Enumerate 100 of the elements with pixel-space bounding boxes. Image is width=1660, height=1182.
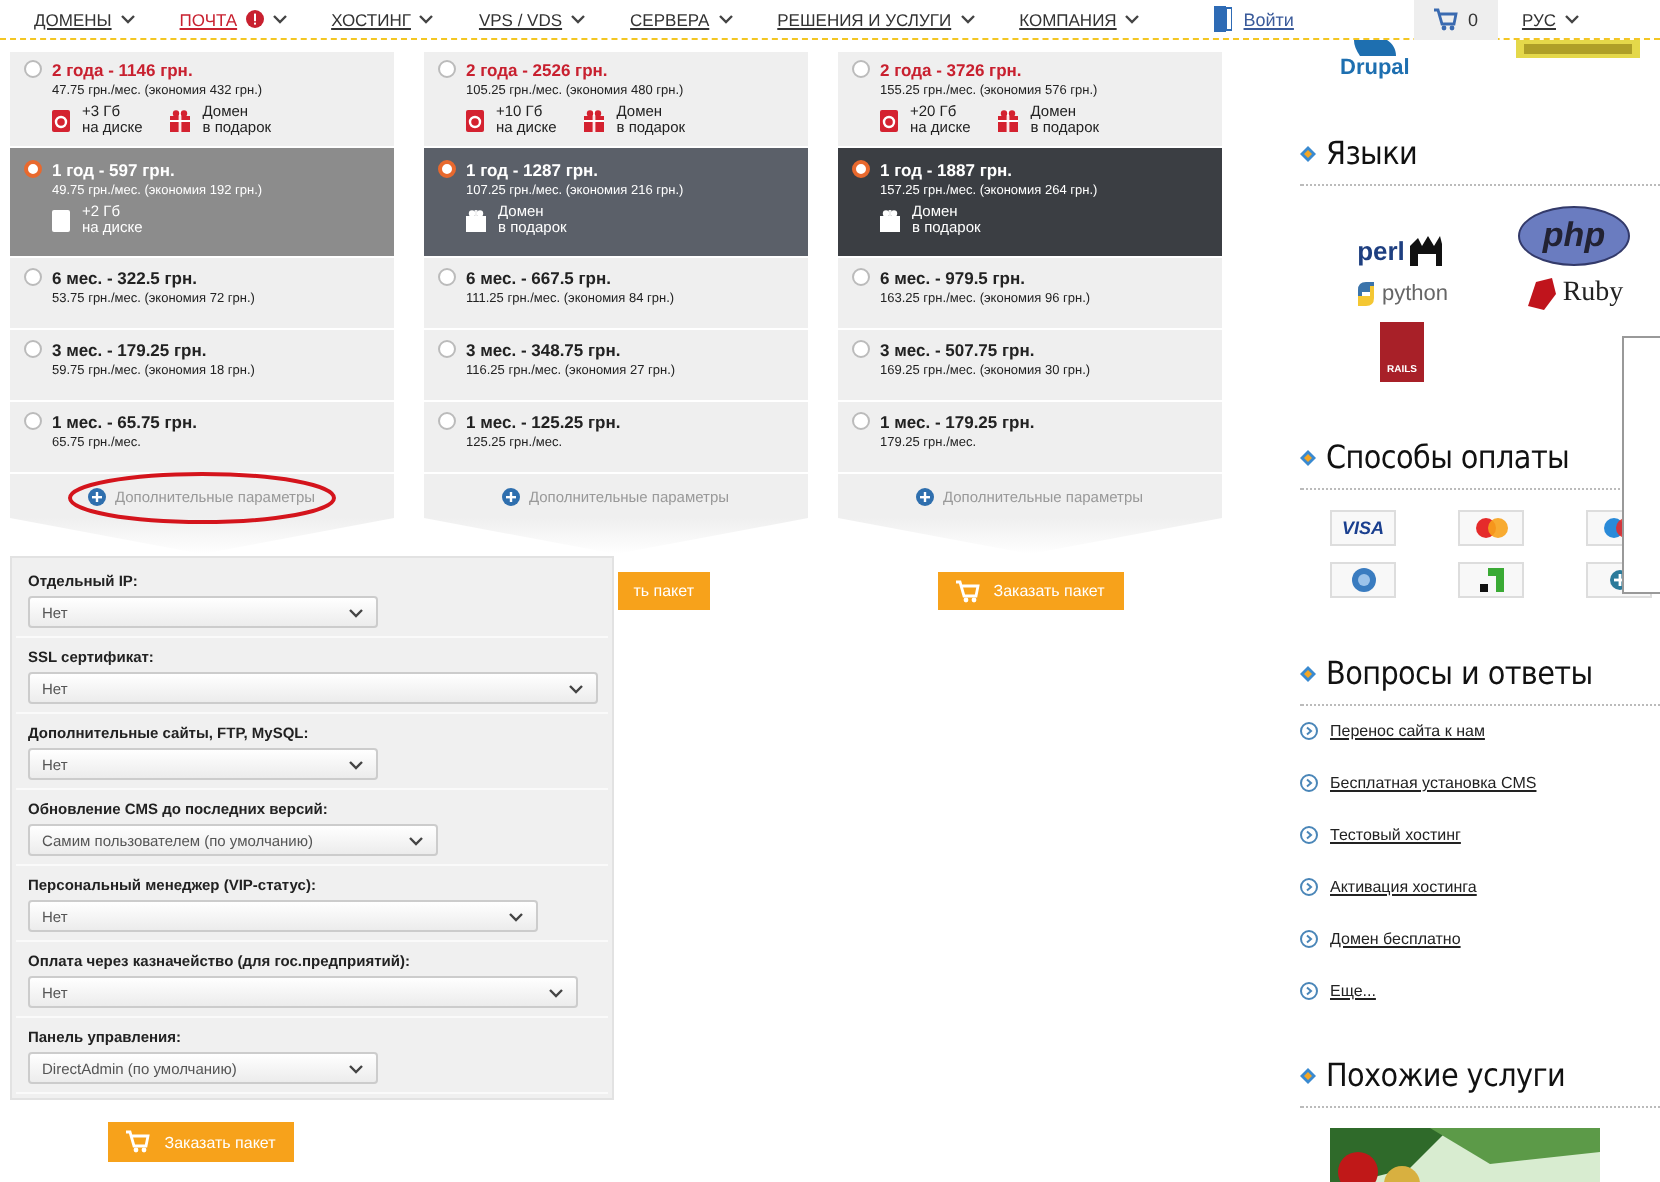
section-heading: Способы оплаты [1326, 438, 1570, 476]
radio-button[interactable] [24, 268, 42, 286]
caret-icon [418, 12, 435, 26]
square-logo-icon[interactable] [1479, 568, 1503, 592]
plan-period-price: 2 года - 2526 грн. [466, 60, 610, 80]
gem-icon [1524, 278, 1557, 310]
plan-period-price: 1 мес. - 179.25 грн. [880, 412, 1035, 432]
disk-icon [880, 109, 898, 131]
nav-menu-item[interactable]: ПОЧТА [179, 9, 288, 29]
caret-icon [271, 12, 288, 26]
login-link[interactable]: Войти [1243, 9, 1294, 29]
globe-icon[interactable] [1351, 568, 1375, 592]
bullet-icon [1300, 665, 1316, 681]
radio-button[interactable] [24, 412, 42, 430]
plus-icon [916, 487, 935, 505]
caret-icon [717, 12, 734, 26]
gift-icon [170, 109, 191, 131]
chevron-icon [1300, 826, 1318, 844]
plan-period-price: 6 мес. - 667.5 грн. [466, 268, 613, 288]
section-heading: Языки [1326, 134, 1418, 172]
radio-button[interactable] [438, 340, 456, 358]
gift-icon [466, 209, 486, 231]
gift-icon [880, 209, 900, 231]
radio-button[interactable] [852, 60, 870, 78]
gift-icon [584, 109, 605, 131]
nav-menu-item[interactable]: СЕРВЕРА [630, 9, 734, 29]
section-heading: Вопросы и ответы [1326, 654, 1593, 692]
faq-link[interactable]: Домен бесплатно [1330, 930, 1461, 948]
faq-link[interactable]: Бесплатная установка CMS [1330, 774, 1537, 792]
caret-icon [570, 12, 587, 26]
nav-menu-item[interactable]: ДОМЕНЫ [34, 9, 136, 29]
plan-period-price: 6 мес. - 322.5 грн. [52, 268, 199, 288]
cart-icon [955, 579, 980, 603]
payment-option[interactable]: VISA [1330, 510, 1396, 546]
radio-button[interactable] [852, 160, 870, 178]
logo-icon [1516, 40, 1640, 60]
language-selector[interactable]: РУС [1521, 9, 1580, 29]
caret-icon [1124, 12, 1141, 26]
nav-menu-item[interactable]: КОМПАНИЯ [1019, 9, 1141, 29]
caret-icon [348, 1061, 364, 1075]
circles-icon[interactable] [1471, 516, 1511, 540]
nav-menu-item[interactable]: ХОСТИНГ [331, 9, 435, 29]
plan-period-price: 3 мес. - 179.25 грн. [52, 340, 209, 360]
plan-period-price: 2 года - 3726 грн. [880, 60, 1024, 80]
language-logo: python [1381, 282, 1449, 306]
radio-button[interactable] [24, 60, 42, 78]
faq-link[interactable]: Перенос сайта к нам [1330, 722, 1485, 740]
caret-icon [1564, 12, 1580, 26]
nav-menu-item[interactable]: VPS / VDS [478, 9, 587, 29]
caret-icon [508, 909, 524, 923]
radio-button[interactable] [852, 268, 870, 286]
radio-button[interactable] [852, 412, 870, 430]
cms-logo: Drupal [1340, 56, 1410, 80]
plan-period-price: 1 год - 1287 грн. [466, 160, 601, 180]
radio-button[interactable] [24, 340, 42, 358]
plan-period-price: 1 год - 597 грн. [52, 160, 177, 180]
chevron-icon [1300, 878, 1318, 896]
disk-icon [466, 109, 484, 131]
caret-icon [548, 985, 564, 999]
plan-period-price: 3 мес. - 348.75 грн. [466, 340, 623, 360]
chevron-icon [1300, 722, 1318, 740]
faq-link[interactable]: Тестовый хостинг [1330, 826, 1461, 844]
caret-icon [348, 757, 364, 771]
language-logo: php [1518, 206, 1630, 266]
nav-menu-item[interactable]: РЕШЕНИЯ И УСЛУГИ [777, 9, 976, 29]
language-logo: perl [1357, 236, 1405, 266]
faq-link[interactable]: Еще... [1330, 982, 1376, 1000]
gift-icon [998, 109, 1019, 131]
plan-period-price: 2 года - 1146 грн. [52, 60, 195, 80]
caret-icon [959, 12, 976, 26]
plan-period-price: 6 мес. - 979.5 грн. [880, 268, 1027, 288]
language-logo: Ruby [1562, 278, 1624, 310]
cart-icon [126, 1130, 151, 1154]
plus-icon [88, 487, 107, 505]
radio-button[interactable] [438, 268, 456, 286]
section-heading: Похожие услуги [1326, 1056, 1566, 1094]
chevron-icon [1300, 930, 1318, 948]
radio-button[interactable] [852, 340, 870, 358]
radio-button[interactable] [24, 160, 42, 178]
faq-link[interactable]: Активация хостинга [1330, 878, 1477, 896]
bullet-icon [1300, 1067, 1316, 1083]
plan-period-price: 3 мес. - 507.75 грн. [880, 340, 1037, 360]
chevron-icon [1300, 774, 1318, 792]
chevron-icon [1300, 982, 1318, 1000]
cart-button[interactable]: 0 [1413, 0, 1498, 39]
alert-icon [245, 10, 264, 28]
caret-icon [408, 833, 424, 847]
plus-icon [502, 487, 521, 505]
cart-icon [1433, 7, 1458, 31]
radio-button[interactable] [438, 60, 456, 78]
caret-icon [119, 12, 136, 26]
caret-icon [348, 605, 364, 619]
door-icon [1211, 6, 1232, 32]
plan-period-price: 1 мес. - 65.75 грн. [52, 412, 197, 432]
bullet-icon [1300, 449, 1316, 465]
radio-button[interactable] [438, 160, 456, 178]
bullet-icon [1300, 145, 1316, 161]
radio-button[interactable] [438, 412, 456, 430]
plan-period-price: 1 мес. - 125.25 грн. [466, 412, 621, 432]
caret-icon [568, 681, 584, 695]
